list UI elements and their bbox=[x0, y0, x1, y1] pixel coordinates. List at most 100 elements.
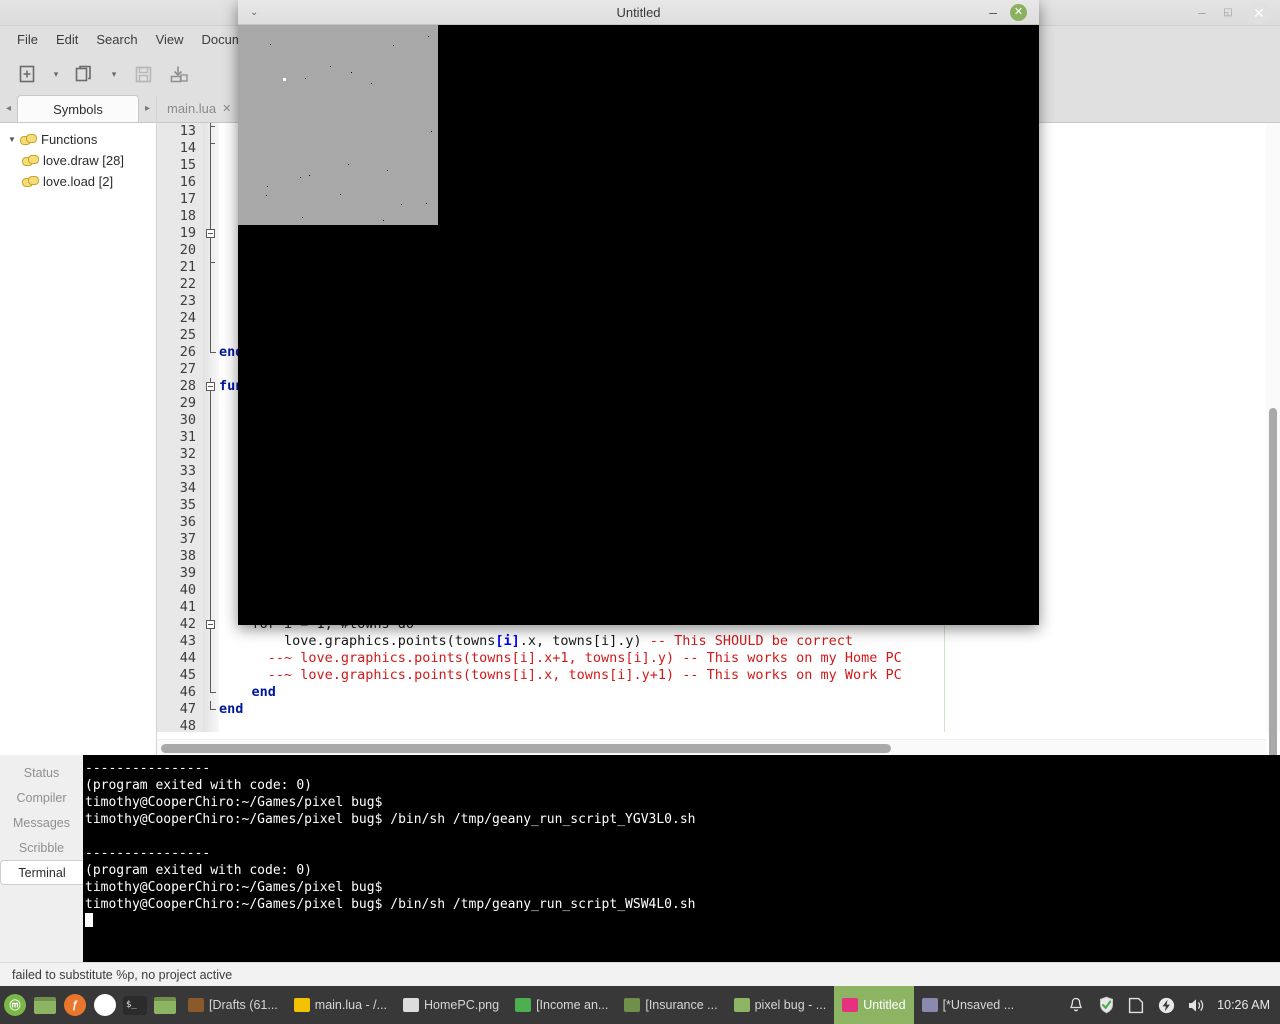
fold-marker[interactable] bbox=[203, 667, 219, 684]
taskbar-window-button[interactable]: Untitled bbox=[834, 986, 914, 1024]
code-line[interactable]: 48 bbox=[157, 718, 1280, 732]
terminal-prompt-line[interactable] bbox=[85, 913, 1280, 930]
fold-marker[interactable] bbox=[203, 174, 219, 191]
love-close-button[interactable]: ✕ bbox=[1010, 4, 1027, 21]
fold-marker[interactable] bbox=[203, 514, 219, 531]
fold-marker[interactable] bbox=[203, 565, 219, 582]
fold-marker[interactable] bbox=[203, 599, 219, 616]
mint-menu-icon[interactable]: ⓜ bbox=[0, 986, 30, 1024]
code-line[interactable]: 46 end bbox=[157, 684, 1280, 701]
editor-horizontal-scrollbar[interactable] bbox=[157, 739, 1266, 755]
sidebar-scroll-right-icon[interactable]: ▸ bbox=[139, 95, 156, 122]
code-line[interactable]: 45 --~ love.graphics.points(towns[i].x, … bbox=[157, 667, 1280, 684]
taskbar-window-button[interactable]: main.lua - /... bbox=[286, 986, 395, 1024]
love-minimize-button[interactable]: – bbox=[989, 0, 997, 25]
love-canvas[interactable] bbox=[238, 25, 1039, 625]
fold-marker[interactable] bbox=[203, 242, 219, 259]
message-tab-scribble[interactable]: Scribble bbox=[0, 835, 83, 860]
fold-marker[interactable] bbox=[203, 327, 219, 344]
code-line[interactable]: 43 love.graphics.points(towns[i].x, town… bbox=[157, 633, 1280, 650]
fold-marker[interactable] bbox=[203, 582, 219, 599]
symbol-item-love-draw[interactable]: love.draw [28] bbox=[4, 150, 156, 171]
menu-edit[interactable]: Edit bbox=[47, 30, 87, 49]
editor-horizontal-scroll-thumb[interactable] bbox=[161, 744, 891, 753]
fold-marker[interactable] bbox=[203, 123, 219, 140]
love-title-bar[interactable]: Untitled ⌄ – ✕ bbox=[238, 0, 1039, 25]
fold-marker[interactable] bbox=[203, 633, 219, 650]
fold-marker[interactable] bbox=[203, 684, 219, 701]
fold-marker[interactable] bbox=[203, 650, 219, 667]
menu-search[interactable]: Search bbox=[87, 30, 146, 49]
fold-marker[interactable] bbox=[203, 225, 219, 242]
fold-marker[interactable] bbox=[203, 378, 219, 395]
fold-marker[interactable] bbox=[203, 310, 219, 327]
taskbar-window-button[interactable]: [Drafts (61... bbox=[180, 986, 286, 1024]
save-all-icon[interactable] bbox=[162, 57, 196, 91]
fold-marker[interactable] bbox=[203, 429, 219, 446]
fold-marker[interactable] bbox=[203, 191, 219, 208]
fold-marker[interactable] bbox=[203, 276, 219, 293]
fold-marker[interactable] bbox=[203, 293, 219, 310]
removable-drive-icon[interactable] bbox=[1123, 986, 1149, 1024]
fold-marker[interactable] bbox=[203, 157, 219, 174]
chevron-down-icon[interactable]: ⌄ bbox=[250, 0, 258, 25]
files-icon[interactable] bbox=[150, 986, 180, 1024]
close-icon[interactable]: ✕ bbox=[222, 102, 231, 115]
fold-marker[interactable] bbox=[203, 208, 219, 225]
fold-marker[interactable] bbox=[203, 497, 219, 514]
firefox-icon[interactable]: ƒ bbox=[60, 986, 90, 1024]
fold-marker[interactable] bbox=[203, 463, 219, 480]
message-tab-terminal[interactable]: Terminal bbox=[0, 860, 83, 885]
code-line[interactable]: 47 end bbox=[157, 701, 1280, 718]
new-document-dropdown-icon[interactable]: ▾ bbox=[46, 57, 66, 91]
symbol-item-love-load[interactable]: love.load [2] bbox=[4, 171, 156, 192]
open-document-dropdown-icon[interactable]: ▾ bbox=[104, 57, 124, 91]
terminal-output[interactable]: ---------------- (program exited with cod… bbox=[83, 755, 1280, 962]
symbol-group-functions[interactable]: ▼ Functions bbox=[4, 129, 156, 150]
terminal-icon[interactable]: $_ bbox=[120, 986, 150, 1024]
sidebar-tab-symbols[interactable]: Symbols bbox=[17, 95, 139, 122]
open-document-icon[interactable] bbox=[68, 57, 102, 91]
geany-close-button[interactable]: ✕ bbox=[1248, 2, 1270, 24]
editor-vertical-scrollbar[interactable] bbox=[1266, 123, 1280, 868]
message-tab-messages[interactable]: Messages bbox=[0, 810, 83, 835]
fold-marker[interactable] bbox=[203, 361, 219, 378]
chevron-down-icon[interactable]: ▼ bbox=[4, 135, 20, 144]
fold-marker[interactable] bbox=[203, 446, 219, 463]
fold-marker[interactable] bbox=[203, 616, 219, 633]
taskbar-window-button[interactable]: [Income an... bbox=[507, 986, 616, 1024]
volume-icon[interactable] bbox=[1183, 986, 1209, 1024]
file-manager-icon[interactable] bbox=[30, 986, 60, 1024]
fold-marker[interactable] bbox=[203, 718, 219, 732]
fold-marker[interactable] bbox=[203, 412, 219, 429]
update-shield-icon[interactable] bbox=[1093, 986, 1119, 1024]
message-tab-status[interactable]: Status bbox=[0, 760, 83, 785]
fold-marker[interactable] bbox=[203, 344, 219, 361]
fold-marker[interactable] bbox=[203, 395, 219, 412]
menu-view[interactable]: View bbox=[147, 30, 193, 49]
save-icon[interactable] bbox=[126, 57, 160, 91]
fold-marker[interactable] bbox=[203, 480, 219, 497]
message-tab-compiler[interactable]: Compiler bbox=[0, 785, 83, 810]
power-icon[interactable] bbox=[1153, 986, 1179, 1024]
sidebar-scroll-left-icon[interactable]: ◂ bbox=[0, 95, 17, 122]
fold-marker[interactable] bbox=[203, 548, 219, 565]
fold-marker[interactable] bbox=[203, 701, 219, 718]
taskbar-window-button[interactable]: HomePC.png bbox=[395, 986, 507, 1024]
geany-maximize-button[interactable]: ◱ bbox=[1218, 3, 1238, 23]
taskbar-window-button[interactable]: [Insurance ... bbox=[616, 986, 725, 1024]
editor-tab-main-lua[interactable]: main.lua ✕ bbox=[157, 95, 241, 122]
line-number: 48 bbox=[157, 718, 203, 732]
taskbar-window-button[interactable]: pixel bug - ... bbox=[726, 986, 835, 1024]
new-document-icon[interactable] bbox=[10, 57, 44, 91]
fold-marker[interactable] bbox=[203, 531, 219, 548]
taskbar-window-button[interactable]: [*Unsaved ... bbox=[914, 986, 1023, 1024]
notifications-bell-icon[interactable] bbox=[1063, 986, 1089, 1024]
settings-icon[interactable]: ⚘ bbox=[90, 986, 120, 1024]
menu-file[interactable]: File bbox=[8, 30, 47, 49]
geany-minimize-button[interactable]: – bbox=[1192, 3, 1212, 23]
fold-marker[interactable] bbox=[203, 140, 219, 157]
clock[interactable]: 10:26 AM bbox=[1213, 998, 1270, 1012]
fold-marker[interactable] bbox=[203, 259, 219, 276]
code-line[interactable]: 44 --~ love.graphics.points(towns[i].x+1… bbox=[157, 650, 1280, 667]
